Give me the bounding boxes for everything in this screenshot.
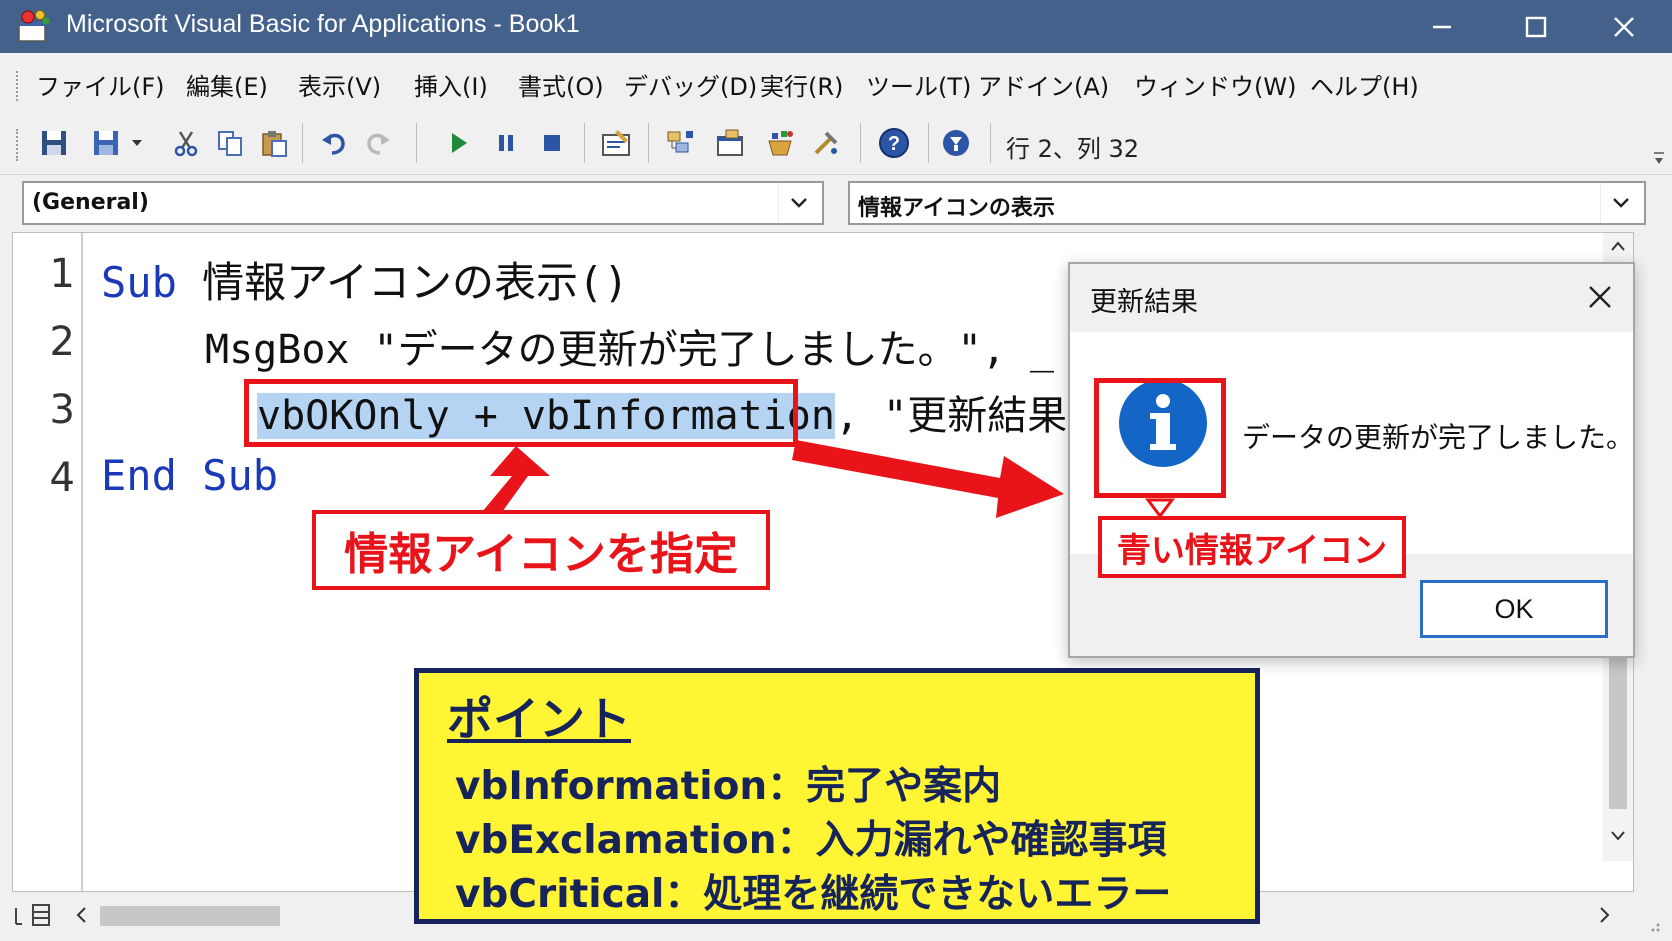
- point-title: ポイント: [447, 692, 631, 746]
- specify-icon-callout: 情報アイコンを指定: [312, 510, 770, 590]
- point-summary-box: ポイント vbInformation：完了や案内 vbExclamation：入…: [414, 668, 1260, 924]
- point-line-information: vbInformation：完了や案内: [455, 764, 1002, 809]
- point-line-critical: vbCritical：処理を継続できないエラー: [455, 872, 1172, 917]
- blue-info-icon-callout: 青い情報アイコン: [1098, 516, 1406, 578]
- point-line-exclamation: vbExclamation：入力漏れや確認事項: [455, 818, 1167, 863]
- vba-editor-window: Microsoft Visual Basic for Applications …: [0, 0, 1672, 941]
